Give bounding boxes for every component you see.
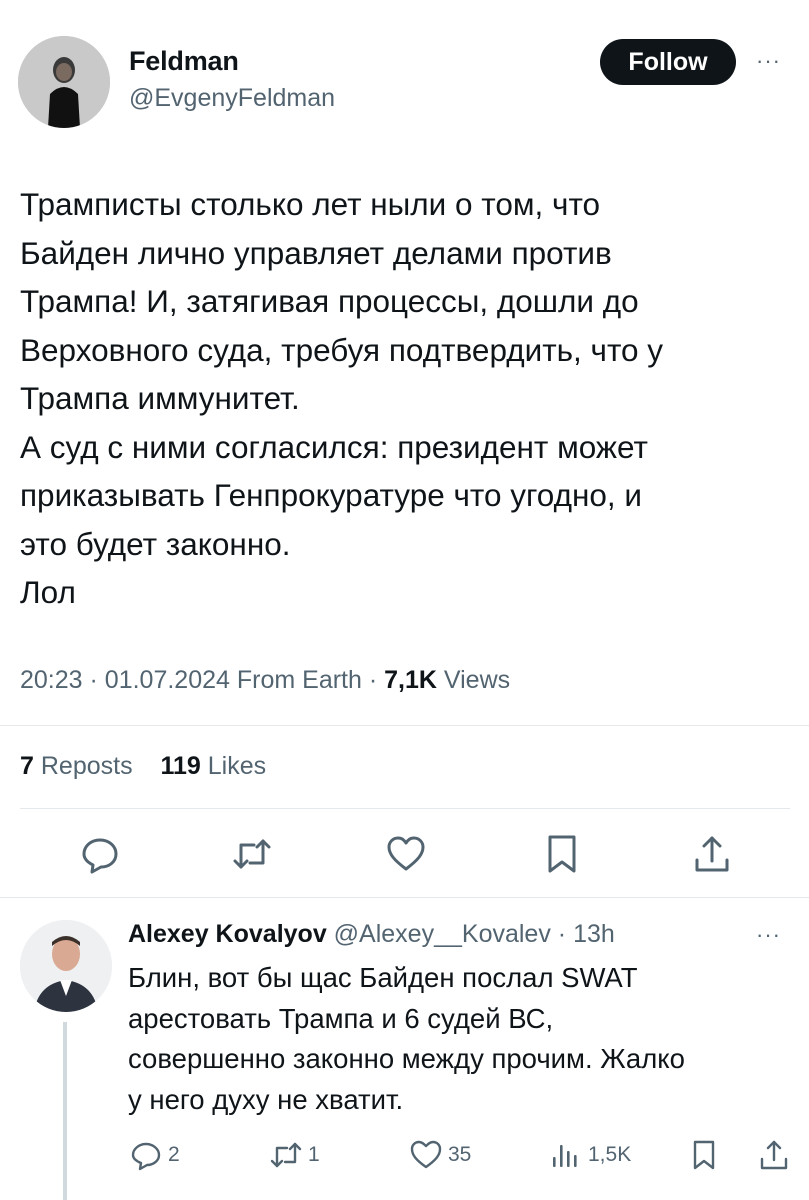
reply-reply-button[interactable]: 2 — [130, 1137, 180, 1173]
author-avatar[interactable] — [18, 36, 110, 128]
divider — [0, 725, 809, 726]
views-icon — [553, 1145, 577, 1167]
share-icon — [760, 1140, 788, 1170]
reply-icon[interactable] — [80, 834, 120, 874]
repost-icon — [270, 1142, 302, 1168]
like-icon[interactable] — [386, 834, 426, 874]
reply-author-handle[interactable]: @Alexey__Kovalev — [334, 920, 551, 948]
reply-repost-button[interactable]: 1 — [270, 1137, 320, 1173]
tweet-date[interactable]: 01.07.2024 — [105, 666, 230, 694]
reply-likes-count: 35 — [448, 1143, 472, 1166]
reply-header: Alexey Kovalyov @Alexey__Kovalev · 13h — [128, 920, 615, 949]
views-count: 7,1K — [384, 666, 437, 694]
reposts-label: Reposts — [40, 752, 133, 780]
likes-stat[interactable]: 119 Likes — [160, 752, 266, 780]
divider — [20, 808, 790, 809]
repost-icon[interactable] — [232, 834, 272, 874]
follow-button[interactable]: Follow — [600, 39, 736, 85]
like-icon — [410, 1140, 442, 1169]
tweet-time[interactable]: 20:23 — [20, 666, 83, 694]
reply-reposts-count: 1 — [308, 1143, 320, 1166]
tweet-stats: 7 Reposts 119 Likes — [20, 752, 266, 781]
bookmark-icon[interactable] — [542, 834, 582, 874]
tweet-meta: 20:23 · 01.07.2024 From Earth · 7,1K Vie… — [20, 666, 510, 695]
author-name[interactable]: Feldman — [129, 46, 239, 77]
reply-bookmark-button[interactable] — [688, 1137, 720, 1173]
meta-dot: · — [550, 920, 574, 948]
meta-dot: · — [368, 666, 385, 694]
reposts-stat[interactable]: 7 Reposts — [20, 752, 133, 780]
bookmark-icon — [693, 1140, 715, 1170]
author-handle[interactable]: @EvgenyFeldman — [129, 84, 335, 113]
thread-line — [63, 1022, 67, 1200]
reply-author-name[interactable]: Alexey Kovalyov — [128, 920, 327, 948]
tweet-source: From Earth — [236, 666, 362, 694]
reply-views-count: 1,5K — [588, 1143, 632, 1166]
divider — [0, 897, 809, 898]
reply-text: Блин, вот бы щас Байден послал SWAT арес… — [128, 962, 685, 1115]
reply-time[interactable]: 13h — [573, 920, 615, 948]
reply-like-button[interactable]: 35 — [410, 1137, 471, 1173]
reply-share-button[interactable] — [758, 1137, 790, 1173]
reply-views-button[interactable]: 1,5K — [550, 1137, 631, 1173]
reply-replies-count: 2 — [168, 1143, 180, 1166]
reposts-count: 7 — [20, 752, 34, 780]
reply-icon — [131, 1142, 161, 1171]
reply-author-avatar[interactable] — [20, 920, 112, 1012]
share-icon[interactable] — [692, 834, 732, 874]
tweet-text: Трамписты столько лет ныли о том, что Ба… — [20, 186, 664, 610]
more-options-icon[interactable]: ··· — [756, 48, 781, 74]
views-label: Views — [443, 666, 511, 694]
meta-dot: · — [89, 666, 105, 694]
likes-count: 119 — [160, 752, 201, 780]
likes-label: Likes — [207, 752, 267, 780]
reply-more-options-icon[interactable]: ··· — [756, 922, 781, 948]
